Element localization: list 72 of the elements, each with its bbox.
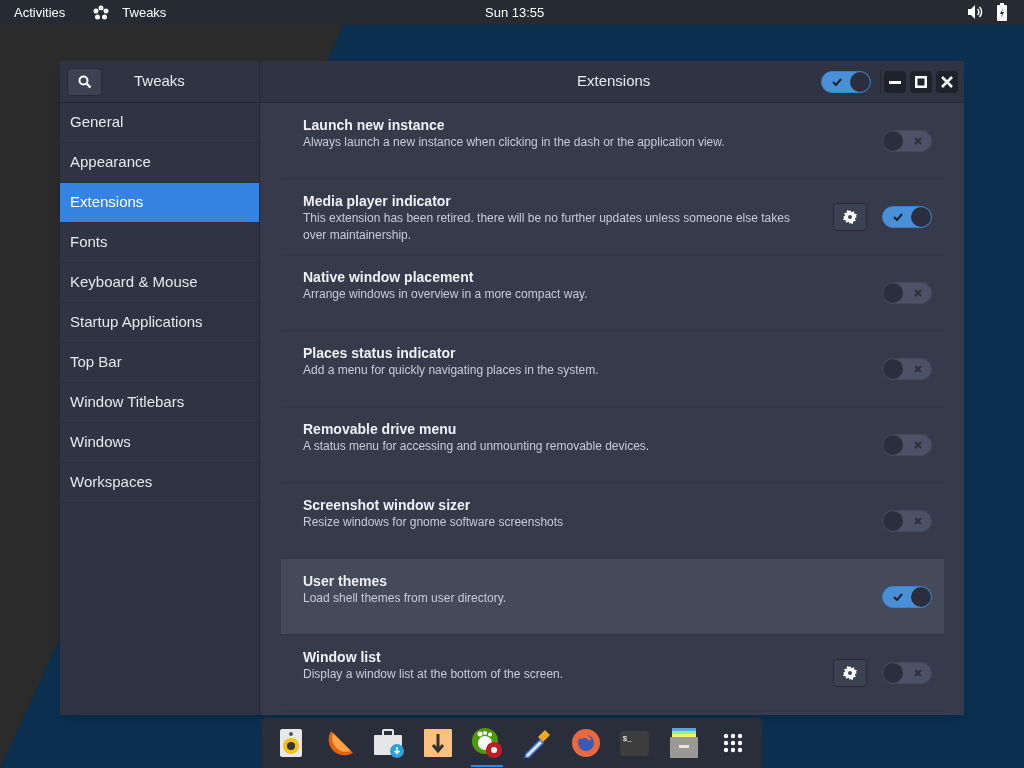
check-icon <box>893 592 903 601</box>
terminal-icon[interactable]: $_ <box>620 730 650 756</box>
toggle-switch[interactable] <box>882 129 932 152</box>
extension-description: Display a window list at the bottom of the screen. <box>303 666 565 683</box>
globe-icon[interactable] <box>570 728 601 758</box>
extension-title: Media player indicator <box>303 192 452 210</box>
sidebar-title: Tweaks <box>134 71 185 92</box>
sidebar-item[interactable]: General <box>60 103 259 143</box>
running-indicator <box>471 765 504 767</box>
extension-description: This extension has been retired. there will be no further updates unless someone else takes over maintainership. <box>303 210 791 244</box>
search-icon <box>77 74 92 89</box>
clock[interactable]: Sun 13:55 <box>485 2 545 23</box>
extension-title: User themes <box>303 572 389 590</box>
minimize-icon <box>889 80 901 84</box>
sidebar-item[interactable]: Extensions <box>60 183 259 223</box>
toggle-switch[interactable] <box>821 70 871 93</box>
x-icon <box>914 364 922 373</box>
sidebar-item[interactable]: Fonts <box>60 223 259 263</box>
toggle-switch[interactable] <box>882 509 932 532</box>
sidebar-item[interactable]: Windows <box>60 423 259 463</box>
maximize-icon <box>915 76 927 88</box>
close-icon <box>941 76 953 88</box>
extension-description: Resize windows for gnome software screenshots <box>303 514 565 531</box>
extension-title: Native window placement <box>303 268 475 286</box>
extension-title: Removable drive menu <box>303 420 458 438</box>
settings-icon <box>843 209 857 224</box>
toggle-switch[interactable] <box>882 661 932 684</box>
toggle-switch[interactable] <box>882 357 932 380</box>
volume-icon[interactable] <box>967 4 984 20</box>
maximize-button[interactable] <box>910 71 932 93</box>
extension-description: Always launch a new instance when clicking in the dash or the application view. <box>303 134 726 151</box>
sidebar-item[interactable]: Window Titlebars <box>60 383 259 423</box>
toggle-switch[interactable] <box>882 281 932 304</box>
sidebar-item[interactable]: Startup Applications <box>60 303 259 343</box>
speaker-icon[interactable] <box>278 728 303 758</box>
extension-description: A status menu for accessing and unmounting removable devices. <box>303 438 651 455</box>
toggle-switch[interactable] <box>882 585 932 608</box>
extension-title: Window list <box>303 648 382 666</box>
extension-title: Launch new instance <box>303 116 446 134</box>
sidebar-item[interactable]: Top Bar <box>60 343 259 383</box>
app-menu[interactable]: Tweaks <box>122 2 167 23</box>
briefcase-download-icon[interactable] <box>372 728 405 758</box>
extension-title: Places status indicator <box>303 344 457 362</box>
extension-description: Load shell themes from user directory. <box>303 590 508 607</box>
activities-button[interactable]: Activities <box>14 2 66 23</box>
search-button[interactable] <box>67 67 102 96</box>
settings-button[interactable] <box>833 202 867 231</box>
toggle-switch[interactable] <box>882 433 932 456</box>
check-icon <box>832 77 842 86</box>
footprint-gear-icon[interactable] <box>471 727 504 759</box>
close-button[interactable] <box>936 71 958 93</box>
extension-title: Screenshot window sizer <box>303 496 472 514</box>
extension-description: Arrange windows in overview in a more compact way. <box>303 286 589 303</box>
x-icon <box>914 440 922 449</box>
settings-button[interactable] <box>833 658 867 687</box>
sidebar-item[interactable]: Workspaces <box>60 463 259 503</box>
sidebar-item[interactable]: Keyboard & Mouse <box>60 263 259 303</box>
x-icon <box>914 136 922 145</box>
x-icon <box>914 516 922 525</box>
x-icon <box>914 288 922 297</box>
settings-icon <box>843 665 857 680</box>
app-grid-icon[interactable] <box>723 733 744 753</box>
extension-description: Add a menu for quickly navigating places in the system. <box>303 362 600 379</box>
battery-icon[interactable] <box>997 3 1007 21</box>
window-title: Extensions <box>577 71 651 92</box>
x-icon <box>914 668 922 677</box>
file-cabinet-icon[interactable] <box>670 728 699 758</box>
toggle-switch[interactable] <box>882 205 932 228</box>
app-menu-icon <box>93 4 110 21</box>
minimize-button[interactable] <box>884 71 906 93</box>
eyedropper-icon[interactable] <box>521 728 552 758</box>
check-icon <box>893 212 903 221</box>
